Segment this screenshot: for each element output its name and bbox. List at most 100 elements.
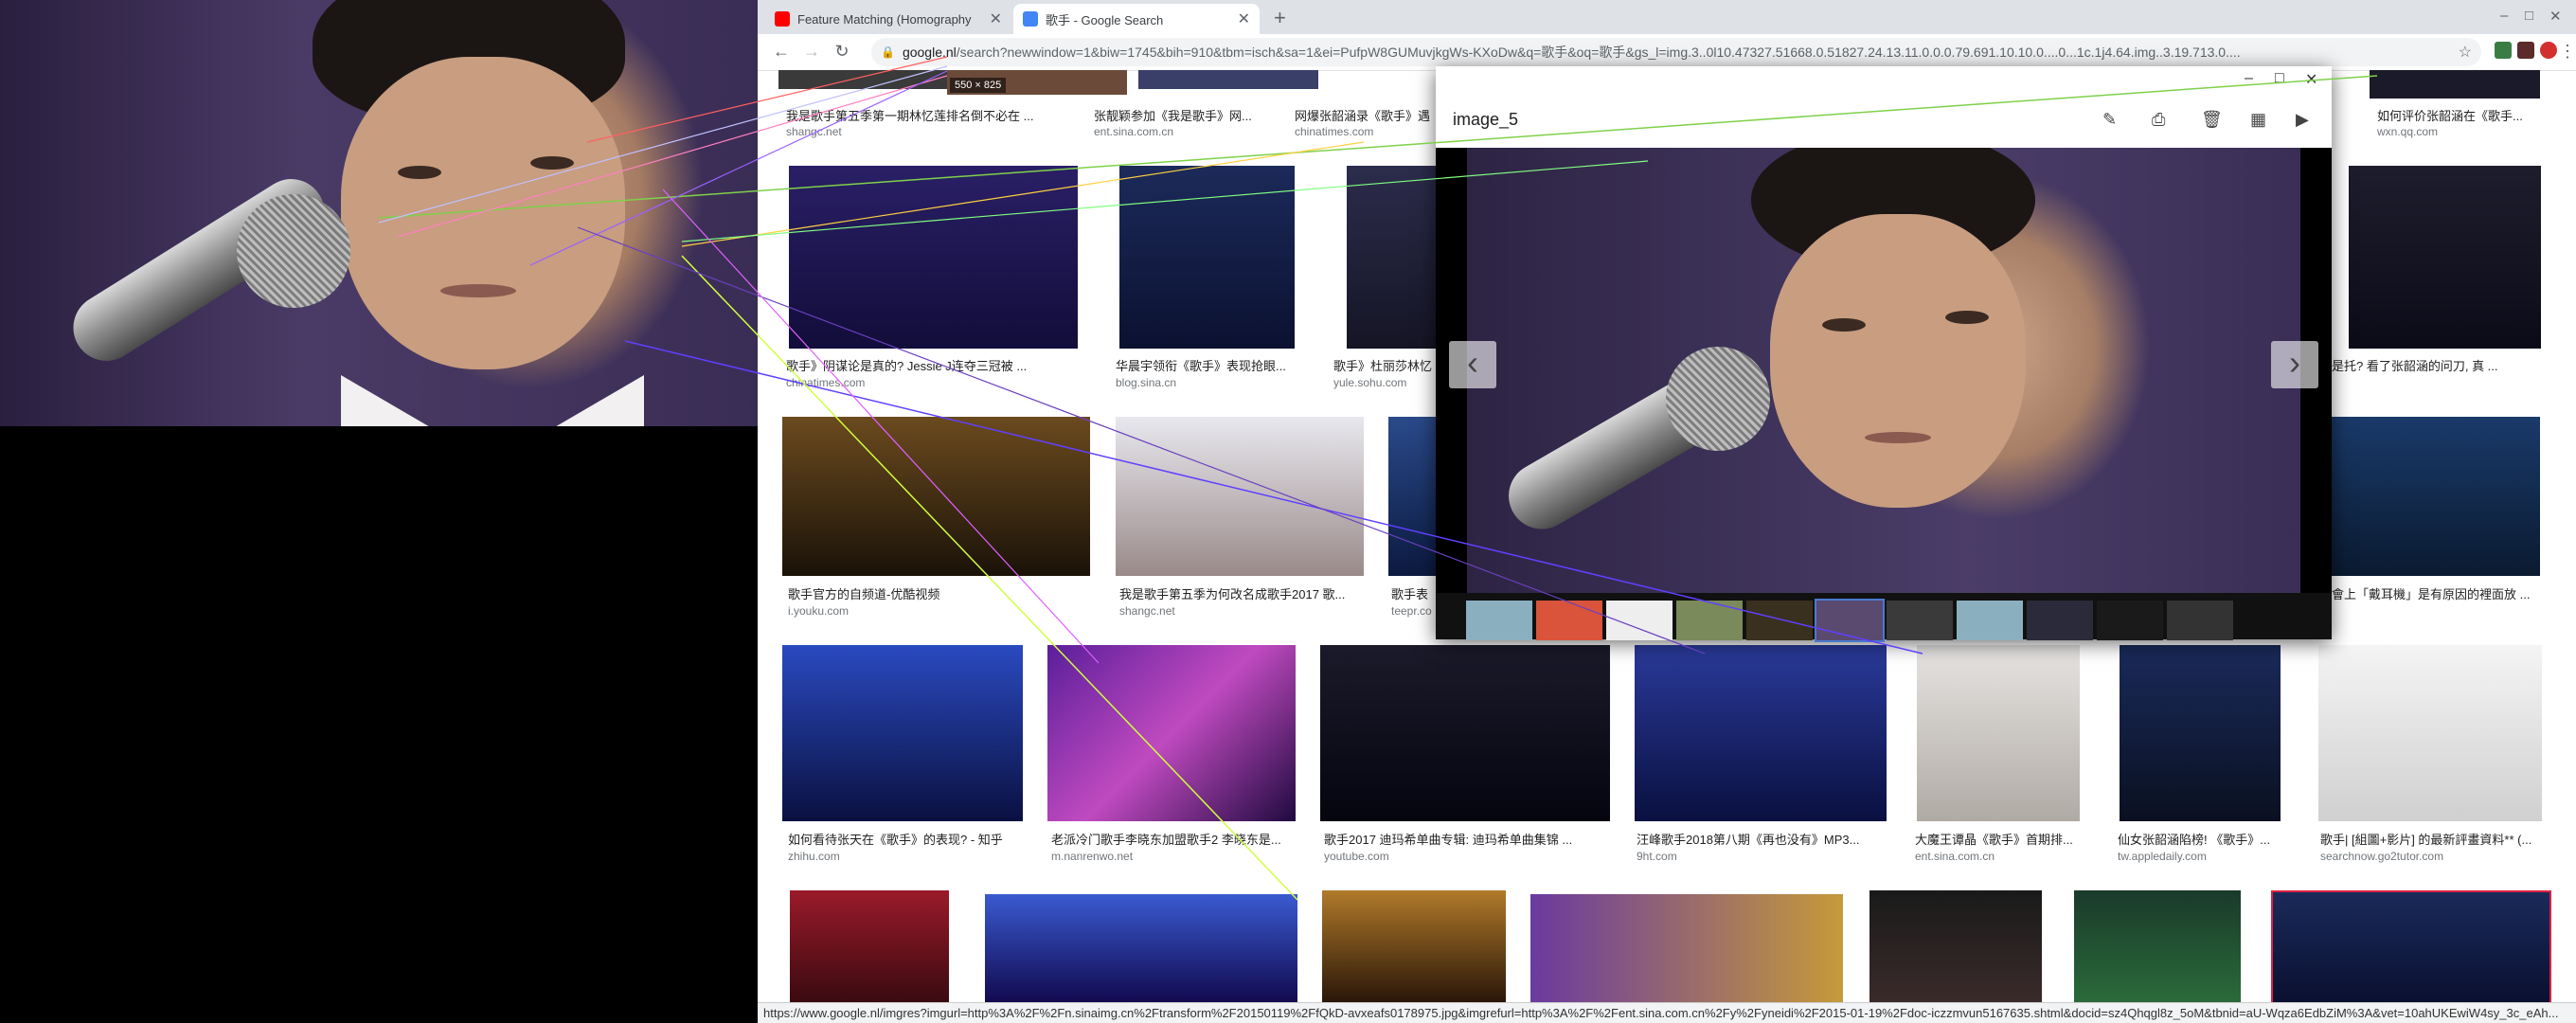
- extension-icon[interactable]: [2495, 42, 2512, 59]
- result-thumbnail[interactable]: [782, 417, 1090, 576]
- tab-feature-matching[interactable]: Feature Matching (Homography ✕: [765, 4, 1011, 34]
- tab-title: 歌手 - Google Search: [1046, 12, 1164, 27]
- microphone-head: [237, 194, 350, 308]
- film-thumbnail[interactable]: [2167, 601, 2233, 640]
- result-thumbnail[interactable]: [1116, 417, 1364, 576]
- film-thumbnail[interactable]: [2097, 601, 2163, 640]
- film-thumbnail[interactable]: [1676, 601, 1743, 640]
- result-thumbnail[interactable]: [2074, 890, 2241, 1002]
- star-icon[interactable]: ☆: [2459, 43, 2472, 62]
- result-thumbnail[interactable]: [789, 166, 1078, 349]
- result-thumbnail[interactable]: [2318, 645, 2542, 821]
- result-thumbnail[interactable]: [2120, 645, 2281, 821]
- result-thumbnail[interactable]: [790, 890, 949, 1002]
- result-thumbnail[interactable]: [1530, 894, 1843, 1002]
- tab-strip: Feature Matching (Homography ✕ 歌手 - Goog…: [758, 0, 2576, 34]
- result-thumbnail[interactable]: [1047, 645, 1296, 821]
- result-caption[interactable]: 歌手| [組圖+影片] 的最新評畫資料** (...: [2320, 830, 2540, 848]
- result-thumbnail[interactable]: [2370, 70, 2540, 99]
- result-caption[interactable]: 歌手》杜丽莎林忆: [1333, 356, 1436, 374]
- result-caption[interactable]: 大魔王谭晶《歌手》首期排...: [1915, 830, 2095, 848]
- close-icon[interactable]: ✕: [990, 9, 1002, 28]
- new-tab-button[interactable]: +: [1274, 6, 1286, 30]
- film-thumbnail[interactable]: [1887, 601, 1953, 640]
- next-icon[interactable]: ›: [2271, 341, 2318, 388]
- result-source: chinatimes.com: [1295, 125, 1374, 138]
- google-icon: [1023, 11, 1038, 27]
- image-dimensions: 550 × 825: [950, 78, 1007, 93]
- result-caption[interactable]: 歌手官方的自频道-优酷视频: [788, 584, 1072, 602]
- result-caption[interactable]: 华晨宇领衔《歌手》表现抢眼...: [1116, 356, 1305, 374]
- film-thumbnail[interactable]: [1606, 601, 1673, 640]
- result-source: searchnow.go2tutor.com: [2320, 850, 2444, 863]
- print-icon[interactable]: ⎙: [2152, 110, 2165, 130]
- film-thumbnail[interactable]: [1466, 601, 1532, 640]
- film-thumbnail-selected[interactable]: [1815, 599, 1885, 642]
- trash-icon[interactable]: 🗑: [2201, 110, 2223, 130]
- result-thumbnail[interactable]: [1322, 890, 1506, 1002]
- result-caption[interactable]: 歌手》阴谋论是真的? Jessie J连夺三冠被 ...: [786, 356, 1070, 374]
- mouth: [1865, 432, 1931, 443]
- result-caption[interactable]: 汪峰歌手2018第八期《再也没有》MP3...: [1637, 830, 1885, 848]
- extension-icon[interactable]: [2517, 42, 2534, 59]
- result-thumbnail[interactable]: [985, 894, 1297, 1002]
- pencil-icon[interactable]: ✎: [2102, 110, 2117, 130]
- close-window-icon[interactable]: ✕: [2549, 8, 2562, 25]
- result-caption[interactable]: 张靓颖参加《我是歌手》网...: [1094, 106, 1293, 124]
- result-caption[interactable]: 會上「戴耳機」是有原因的裡面放 ...: [2332, 584, 2540, 602]
- viewer-titlebar: – □ ✕ image_5 ✎ ⎙ 🗑 ▦ ▶: [1436, 66, 2332, 148]
- result-thumbnail[interactable]: [2332, 417, 2540, 576]
- result-thumbnail[interactable]: [1917, 645, 2080, 821]
- grid-icon[interactable]: ▦: [2250, 110, 2266, 130]
- result-caption[interactable]: 歌手2017 迪玛希单曲专辑: 迪玛希单曲集锦 ...: [1324, 830, 1608, 848]
- url-text: google.nl/search?newwindow=1&biw=1745&bi…: [902, 45, 2241, 60]
- microphone-head: [1666, 347, 1770, 451]
- image-viewer-window: – □ ✕ image_5 ✎ ⎙ 🗑 ▦ ▶ ‹ ›: [1436, 66, 2332, 642]
- result-thumbnail[interactable]: [1119, 166, 1295, 349]
- face: [341, 57, 625, 369]
- result-source: teepr.co: [1391, 604, 1432, 618]
- result-thumbnail[interactable]: [1635, 645, 1887, 821]
- result-caption[interactable]: 仙女张韶涵陷榜! 《歌手》...: [2118, 830, 2298, 848]
- close-icon[interactable]: ✕: [1238, 9, 1250, 28]
- film-thumbnail[interactable]: [1536, 601, 1602, 640]
- back-icon[interactable]: ←: [771, 42, 792, 62]
- slideshow-icon[interactable]: ▶: [2296, 110, 2309, 130]
- menu-icon[interactable]: ⋮: [2557, 42, 2576, 62]
- film-thumbnail[interactable]: [1957, 601, 2023, 640]
- close-icon[interactable]: ✕: [2305, 70, 2317, 89]
- result-caption[interactable]: 歌手表: [1391, 584, 1439, 602]
- tab-google-search[interactable]: 歌手 - Google Search ✕: [1013, 4, 1260, 34]
- previous-icon[interactable]: ‹: [1449, 341, 1496, 388]
- reload-icon[interactable]: ↻: [832, 42, 852, 62]
- result-source: tw.appledaily.com: [2118, 850, 2207, 863]
- maximize-icon[interactable]: □: [2275, 70, 2284, 87]
- forward-icon[interactable]: →: [801, 42, 822, 62]
- youtube-icon: [775, 11, 790, 27]
- result-thumbnail[interactable]: [1320, 645, 1610, 821]
- result-caption[interactable]: 是托? 看了张韶涵的问刀, 真 ...: [2332, 356, 2540, 374]
- result-thumbnail[interactable]: [1869, 890, 2042, 1002]
- right-eye: [530, 156, 574, 170]
- film-thumbnail[interactable]: [2027, 601, 2093, 640]
- minimize-icon[interactable]: –: [2500, 8, 2508, 24]
- result-caption[interactable]: 老派冷门歌手李晓东加盟歌手2 李晓东是...: [1051, 830, 1293, 848]
- result-caption[interactable]: 网爆张韶涵录《歌手》遇: [1295, 106, 1437, 124]
- result-caption[interactable]: 如何看待张天在《歌手》的表现? - 知乎: [788, 830, 1020, 848]
- extension-icon[interactable]: [2540, 42, 2557, 59]
- result-thumbnail[interactable]: [2271, 890, 2551, 1004]
- result-caption[interactable]: 如何评价张韶涵在《歌手...: [2377, 106, 2567, 124]
- result-caption[interactable]: 我是歌手第五季为何改名成歌手2017 歌...: [1119, 584, 1361, 602]
- result-thumbnail[interactable]: [1138, 70, 1318, 89]
- face: [1770, 214, 2026, 508]
- film-thumbnail[interactable]: [1746, 601, 1813, 640]
- result-thumbnail[interactable]: [1347, 166, 1441, 349]
- result-source: youtube.com: [1324, 850, 1389, 863]
- result-thumbnail[interactable]: [2349, 166, 2541, 349]
- address-bar[interactable]: 🔒 google.nl/search?newwindow=1&biw=1745&…: [871, 38, 2481, 66]
- result-thumbnail[interactable]: [782, 645, 1023, 821]
- left-eye: [398, 166, 441, 179]
- maximize-icon[interactable]: □: [2525, 8, 2533, 24]
- result-caption[interactable]: 我是歌手第五季第一期林忆莲排名倒不必在 ...: [786, 106, 1042, 124]
- minimize-icon[interactable]: –: [2245, 70, 2253, 87]
